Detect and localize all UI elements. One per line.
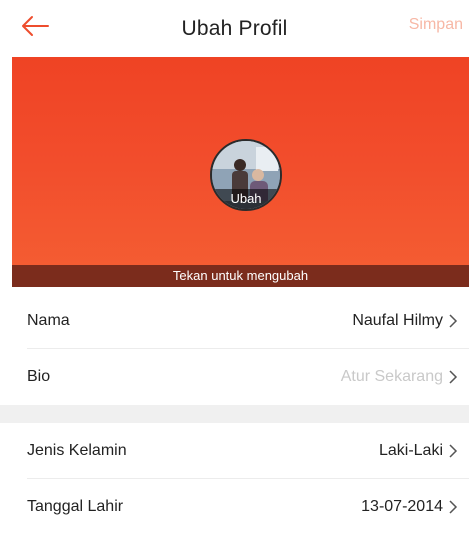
chevron-right-icon (447, 313, 459, 329)
chevron-right-icon (447, 369, 459, 385)
chevron-right-icon (447, 443, 459, 459)
profile-banner[interactable]: Ubah Tekan untuk mengubah (12, 57, 469, 287)
row-bio[interactable]: Bio Atur Sekarang (0, 349, 469, 405)
row-label: Tanggal Lahir (27, 498, 124, 515)
row-birthdate[interactable]: Tanggal Lahir 13-07-2014 (0, 479, 469, 535)
row-value: Naufal Hilmy (352, 312, 443, 329)
profile-fields: Nama Naufal Hilmy Bio Atur Sekarang Jeni… (0, 293, 469, 535)
row-label: Bio (27, 368, 51, 385)
chevron-right-icon (447, 499, 459, 515)
save-button[interactable]: Simpan (409, 16, 463, 34)
row-label: Nama (27, 312, 70, 329)
row-value: 13-07-2014 (361, 498, 443, 515)
page-title: Ubah Profil (181, 16, 288, 40)
row-value: Atur Sekarang (340, 368, 443, 385)
back-button[interactable] (20, 12, 60, 44)
row-gender[interactable]: Jenis Kelamin Laki-Laki (0, 423, 469, 479)
row-name[interactable]: Nama Naufal Hilmy (0, 293, 469, 349)
top-bar: Ubah Profil Simpan (0, 0, 469, 57)
avatar-edit-label: Ubah (212, 189, 280, 209)
change-cover-hint[interactable]: Tekan untuk mengubah (12, 265, 469, 287)
avatar[interactable]: Ubah (210, 139, 282, 211)
section-gap (0, 405, 469, 423)
row-value: Laki-Laki (378, 442, 443, 459)
arrow-left-icon (20, 15, 50, 42)
row-label: Jenis Kelamin (27, 442, 127, 459)
